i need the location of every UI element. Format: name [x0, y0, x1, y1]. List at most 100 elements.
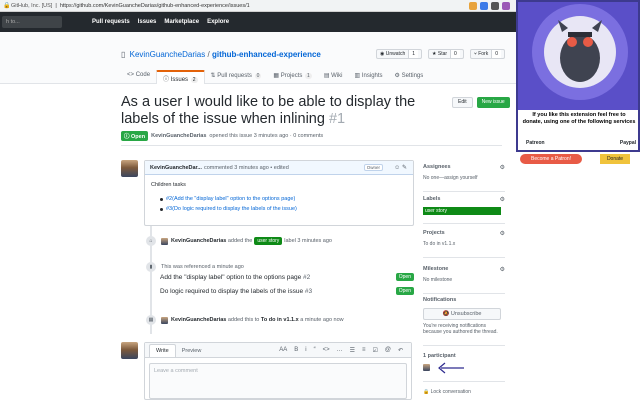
projects-label[interactable]: Projects: [423, 230, 505, 236]
tab-label: Pull requests: [217, 73, 252, 79]
avatar[interactable]: [121, 342, 138, 359]
reply-icon[interactable]: ↶: [398, 347, 403, 354]
tab-insights[interactable]: ▥ Insights: [349, 70, 389, 84]
watch-count: 1: [408, 50, 418, 58]
gear-icon[interactable]: ⚙: [500, 266, 505, 273]
lock-conversation-link[interactable]: 🔒 Lock conversation: [423, 389, 505, 395]
label-user-story[interactable]: user story: [254, 237, 283, 245]
issue-author-link[interactable]: KevinGuancheDarias: [151, 133, 206, 139]
italic-icon[interactable]: i: [305, 347, 306, 354]
tab-issues[interactable]: ⓘ Issues 2: [156, 70, 205, 84]
task-link[interactable]: #3(Do logic required to display the labe…: [160, 206, 413, 212]
repo-book-icon: ▯: [121, 50, 126, 59]
milestone-label[interactable]: Milestone: [423, 266, 505, 272]
edit-icon[interactable]: ✎: [402, 165, 407, 171]
bold-icon[interactable]: B: [294, 347, 298, 354]
task-list-icon[interactable]: ☑: [372, 347, 377, 354]
tab-wiki[interactable]: ▤ Wiki: [318, 70, 349, 84]
task-text[interactable]: #3(Do logic required to display the labe…: [166, 206, 297, 212]
gear-icon[interactable]: ⚙: [500, 230, 505, 237]
divider: [423, 293, 505, 294]
lock-icon: 🔒: [423, 389, 431, 395]
projects-section: Projects ⚙ To do in v1.1.x: [423, 230, 505, 258]
avatar[interactable]: [423, 364, 430, 371]
reference-title[interactable]: Add the "display label" option to the op…: [160, 274, 301, 281]
extension-logo-icon: [518, 2, 638, 110]
projects-value[interactable]: To do in v1.1.x: [423, 241, 505, 247]
project-link[interactable]: in v1.1.x: [277, 317, 299, 323]
task-link[interactable]: #2(Add the "display label" option to the…: [160, 196, 413, 202]
extension-icon[interactable]: [469, 2, 477, 10]
popup-message: If you like this extension feel free to …: [522, 112, 636, 125]
status-badge: Open: [395, 287, 414, 295]
unsubscribe-button[interactable]: 🔕 Unsubscribe: [423, 308, 501, 320]
mention-icon[interactable]: @: [385, 347, 391, 354]
comment-meta[interactable]: commented 3 minutes ago • edited: [204, 165, 289, 171]
url[interactable]: https://github.com/KevinGuancheDarias/gi…: [60, 3, 250, 9]
labels-label[interactable]: Labels: [423, 196, 505, 202]
nav-marketplace[interactable]: Marketplace: [164, 19, 199, 25]
fork-button[interactable]: ⑂ Fork 0: [469, 49, 505, 59]
tab-projects[interactable]: ▦ Projects 1: [267, 70, 317, 84]
reference-title[interactable]: Do logic required to display the labels …: [160, 288, 303, 295]
nav-pull-requests[interactable]: Pull requests: [92, 19, 130, 25]
search-input[interactable]: h to...: [2, 16, 62, 28]
repo-owner-link[interactable]: KevinGuancheDarias: [130, 50, 206, 59]
edit-button[interactable]: Edit: [452, 97, 473, 108]
label-user-story[interactable]: user story: [423, 207, 501, 215]
gear-icon[interactable]: ⚙: [500, 196, 505, 203]
divider: [121, 145, 502, 146]
tab-code[interactable]: <> Code: [121, 70, 156, 84]
comment-textarea[interactable]: Leave a comment: [149, 363, 407, 399]
issue-meta: ⓘ Open KevinGuancheDarias opened this is…: [121, 131, 323, 141]
star-label: Star: [437, 51, 448, 57]
reference-text: This was referenced a minute ago: [161, 264, 244, 270]
link-icon[interactable]: …: [337, 347, 343, 354]
url-text[interactable]: GitHub, Inc. [US] | https://github.com/K…: [11, 3, 250, 9]
project-column: To do: [260, 317, 276, 323]
tab-label: Wiki: [331, 73, 343, 79]
project-event: ▦ KevinGuancheDarias added this to To do…: [146, 315, 344, 325]
heading-icon[interactable]: AA: [279, 347, 287, 354]
nav-issues[interactable]: Issues: [138, 19, 157, 25]
assignees-label[interactable]: Assignees: [423, 164, 505, 170]
issue-buttons: Edit New issue: [452, 97, 510, 108]
new-comment-form: Write Preview AA B i “ <> … ☰ ≡ ☑ @ ↶ Le…: [144, 342, 412, 400]
new-issue-button[interactable]: New issue: [476, 97, 510, 108]
extension-icon[interactable]: [480, 2, 488, 10]
reaction-icon[interactable]: ☺: [394, 165, 400, 171]
nav-explore[interactable]: Explore: [207, 19, 229, 25]
unordered-list-icon[interactable]: ☰: [350, 347, 355, 354]
comment-author-link[interactable]: KevinGuancheDar...: [150, 165, 202, 171]
avatar[interactable]: [161, 316, 168, 324]
reference-item[interactable]: Add the "display label" option to the op…: [160, 273, 414, 281]
milestone-value: No milestone: [423, 277, 453, 283]
extension-icon[interactable]: [502, 2, 510, 10]
event-author-link[interactable]: KevinGuancheDarias: [171, 317, 226, 323]
assignees-value[interactable]: No one—assign yourself: [423, 175, 505, 181]
unwatch-button[interactable]: ◉ Unwatch 1: [376, 49, 422, 59]
tab-write[interactable]: Write: [149, 344, 176, 357]
ordered-list-icon[interactable]: ≡: [362, 347, 366, 354]
patreon-label: Patreon: [526, 140, 545, 146]
notifications-section: Notifications 🔕 Unsubscribe You're recei…: [423, 297, 505, 346]
gear-icon[interactable]: ⚙: [500, 164, 505, 171]
tab-pull-requests[interactable]: ⇅ Pull requests 0: [205, 70, 268, 84]
repo-title: ▯ KevinGuancheDarias / github-enhanced-e…: [121, 50, 321, 59]
repo-name-link[interactable]: github-enhanced-experience: [212, 50, 321, 59]
extension-icon[interactable]: [491, 2, 499, 10]
code-icon[interactable]: <>: [323, 347, 330, 354]
quote-icon[interactable]: “: [314, 347, 316, 354]
paypal-button[interactable]: Donate: [600, 154, 630, 164]
tab-preview[interactable]: Preview: [176, 345, 208, 357]
patreon-button[interactable]: Become a Patron!: [520, 154, 582, 164]
avatar[interactable]: [161, 237, 168, 245]
tab-settings[interactable]: ⚙ Settings: [389, 70, 430, 84]
graph-icon: ▥: [354, 73, 362, 79]
avatar[interactable]: [121, 160, 138, 177]
notifications-label: Notifications: [423, 297, 457, 303]
reference-item[interactable]: Do logic required to display the labels …: [160, 287, 414, 295]
event-author-link[interactable]: KevinGuancheDarias: [171, 238, 226, 244]
task-text[interactable]: #2(Add the "display label" option to the…: [166, 196, 295, 202]
star-button[interactable]: ★ Star 0: [428, 49, 464, 59]
